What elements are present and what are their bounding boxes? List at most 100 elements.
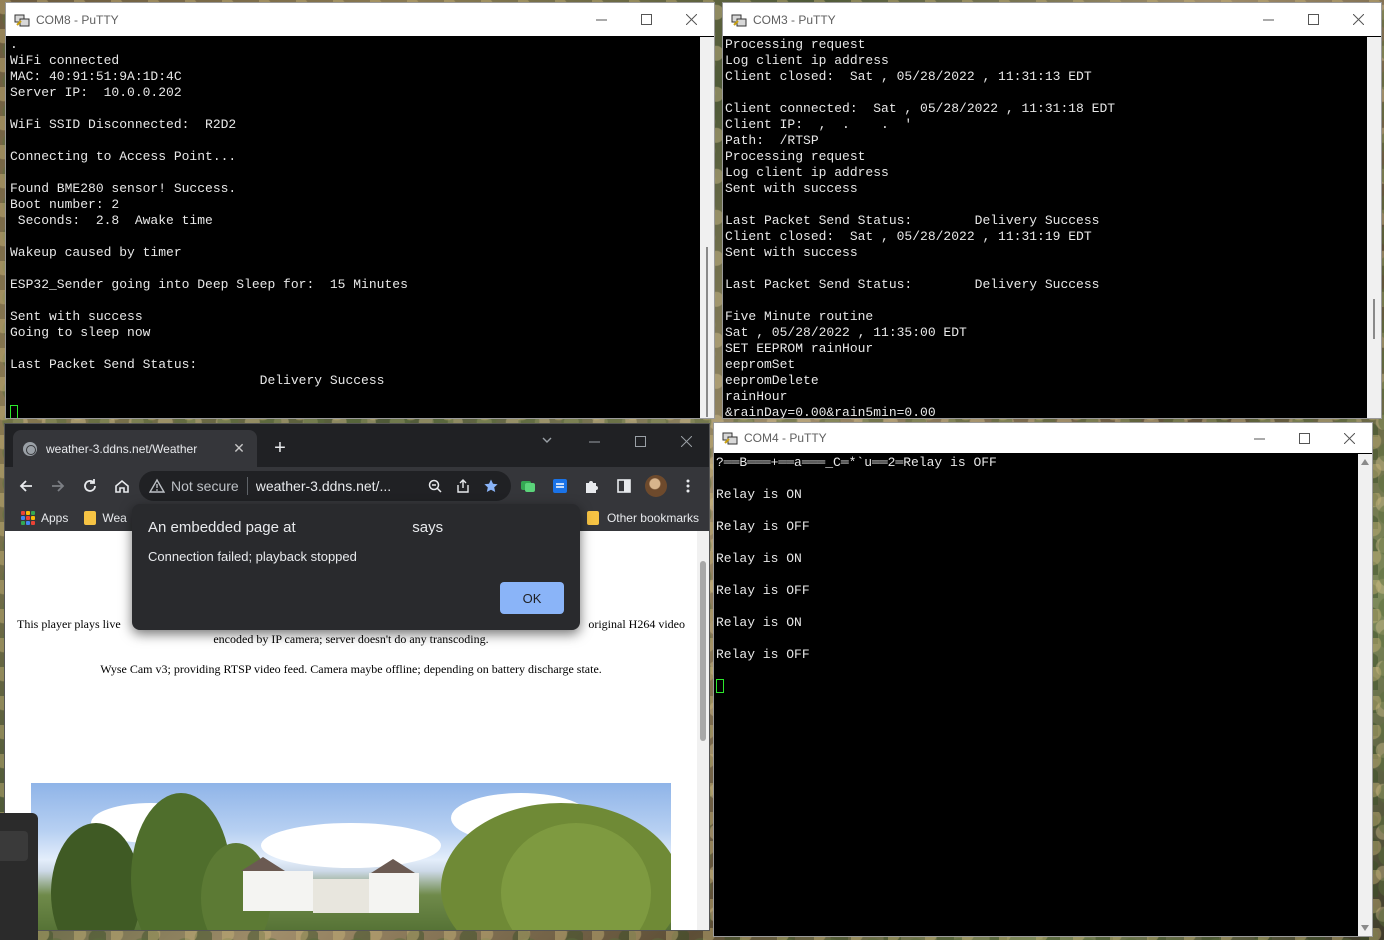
tab-close-icon[interactable]: ✕ [231,440,247,457]
avatar [645,475,667,497]
com3-terminal-output[interactable]: Processing request Log client ip address C… [723,37,1367,418]
share-button[interactable] [449,478,477,494]
terminal-line: Sat , 05/28/2022 , 11:35:00 EDT [725,325,967,340]
reload-button[interactable] [75,471,105,501]
player-description-line2: encoded by IP camera; server doesn't do … [213,632,489,646]
bookmark-folder-weather[interactable]: Wea [78,511,132,525]
page-scrollbar-thumb[interactable] [700,561,706,741]
close-button[interactable] [1336,3,1381,36]
maximize-button[interactable] [624,3,669,36]
terminal-line: Client IP: , . . ' [725,117,913,132]
maximize-button[interactable] [617,424,663,458]
scroll-down-arrow-icon[interactable] [1361,925,1369,931]
warning-icon[interactable] [149,478,165,494]
back-button[interactable] [11,471,41,501]
terminal-line: eepromDelete [725,373,819,388]
com3-scrollbar[interactable] [1367,37,1381,418]
minimize-button[interactable] [1237,423,1282,453]
maximize-icon [634,435,646,447]
com8-titlebar[interactable]: COM8 - PuTTY [6,3,714,36]
terminal-line: Server IP: 10.0.0.202 [10,85,182,100]
apps-grid-icon [21,511,35,525]
terminal-line: Going to sleep now [10,325,151,340]
terminal-line: Boot number: 2 [10,197,120,212]
puzzle-icon [586,481,598,493]
terminal-line: Client connected: Sat , 05/28/2022 , 11:… [725,101,1116,116]
side-panel-button[interactable] [609,471,639,501]
page-scrollbar[interactable] [697,531,709,930]
terminal-line: Delivery Success [10,373,385,388]
menu-button[interactable] [673,471,703,501]
new-tab-button[interactable]: + [265,430,295,467]
com8-terminal-output[interactable]: . WiFi connected MAC: 40:91:51:9A:1D:4C Ser… [6,37,700,418]
extensions-button[interactable] [577,471,607,501]
terminal-line: &rainDay=0.00&rain5min=0.00 [725,405,936,418]
close-button[interactable] [1327,423,1372,453]
home-button[interactable] [107,471,137,501]
minimize-button[interactable] [1246,3,1291,36]
com3-putty-window[interactable]: COM3 - PuTTY Processing request Log clien… [722,2,1382,419]
terminal-line: Last Packet Send Status: [10,357,198,372]
chrome-browser-window[interactable]: weather-3.ddns.net/Weather ✕ + Not secur… [4,423,710,931]
alert-dialog: An embedded page at says Connection fail… [132,504,580,630]
terminal-line: Last Packet Send Status: Delivery Succes… [725,213,1100,228]
forward-button[interactable] [43,471,73,501]
folder-icon [84,511,97,525]
back-arrow-icon [19,480,32,492]
com3-titlebar[interactable]: COM3 - PuTTY [723,3,1381,36]
url-text[interactable]: weather-3.ddns.net/... [256,478,421,494]
com4-scrollbar[interactable] [1358,454,1372,936]
address-bar[interactable]: Not secure weather-3.ddns.net/... [139,471,511,501]
terminal-line: Relay is ON [716,615,802,630]
not-secure-label[interactable]: Not secure [171,478,239,494]
scrollbar-thumb[interactable] [1373,299,1375,339]
tab-search-chevron-icon[interactable] [541,434,553,446]
share-icon [457,479,469,493]
minimize-button[interactable] [579,3,624,36]
minimize-button[interactable] [571,424,617,458]
scrollbar-thumb[interactable] [706,247,708,417]
com4-terminal-output[interactable]: ?══B═══+══a═══_C═*`u══2═Relay is OFF Rela… [714,455,1358,936]
profile-button[interactable] [641,471,671,501]
browser-tab-weather[interactable]: weather-3.ddns.net/Weather ✕ [13,430,257,467]
terminal-line: Path: /RTSP [725,133,819,148]
bookmark-star-button[interactable] [477,478,505,494]
other-bookmarks[interactable]: Other bookmarks [586,505,699,531]
terminal-line: Processing request [725,149,866,164]
bookmark-apps[interactable]: Apps [15,511,74,525]
close-button[interactable] [663,424,709,458]
taskbar-flyout [0,813,38,940]
close-icon [1344,432,1355,444]
maximize-button[interactable] [1282,423,1327,453]
maximize-button[interactable] [1291,3,1336,36]
com4-putty-window[interactable]: COM4 - PuTTY ?══B═══+══a═══_C═*`u══2═Rel… [713,422,1373,937]
close-icon [680,435,692,447]
com4-titlebar[interactable]: COM4 - PuTTY [714,423,1372,453]
terminal-line: Log client ip address [725,165,889,180]
ok-button[interactable]: OK [500,582,564,614]
bookmark-apps-label: Apps [41,511,69,525]
extension-button-2[interactable] [545,471,575,501]
terminal-line: . [10,37,18,52]
dialog-title: An embedded page at says [148,519,444,536]
zoom-button[interactable] [421,478,449,494]
terminal-line: Sent with success [725,181,858,196]
com8-scrollbar[interactable] [700,37,714,418]
scroll-up-arrow-icon[interactable] [1361,459,1369,465]
minimize-icon [1254,438,1265,439]
close-button[interactable] [669,3,714,36]
extension-button-1[interactable] [513,471,543,501]
terminal-line: Five Minute routine [725,309,874,324]
com8-putty-window[interactable]: COM8 - PuTTY . WiFi connected MAC: 40:91:5… [5,2,715,419]
terminal-line: rainHour [725,389,788,404]
side-panel-icon [617,479,631,493]
